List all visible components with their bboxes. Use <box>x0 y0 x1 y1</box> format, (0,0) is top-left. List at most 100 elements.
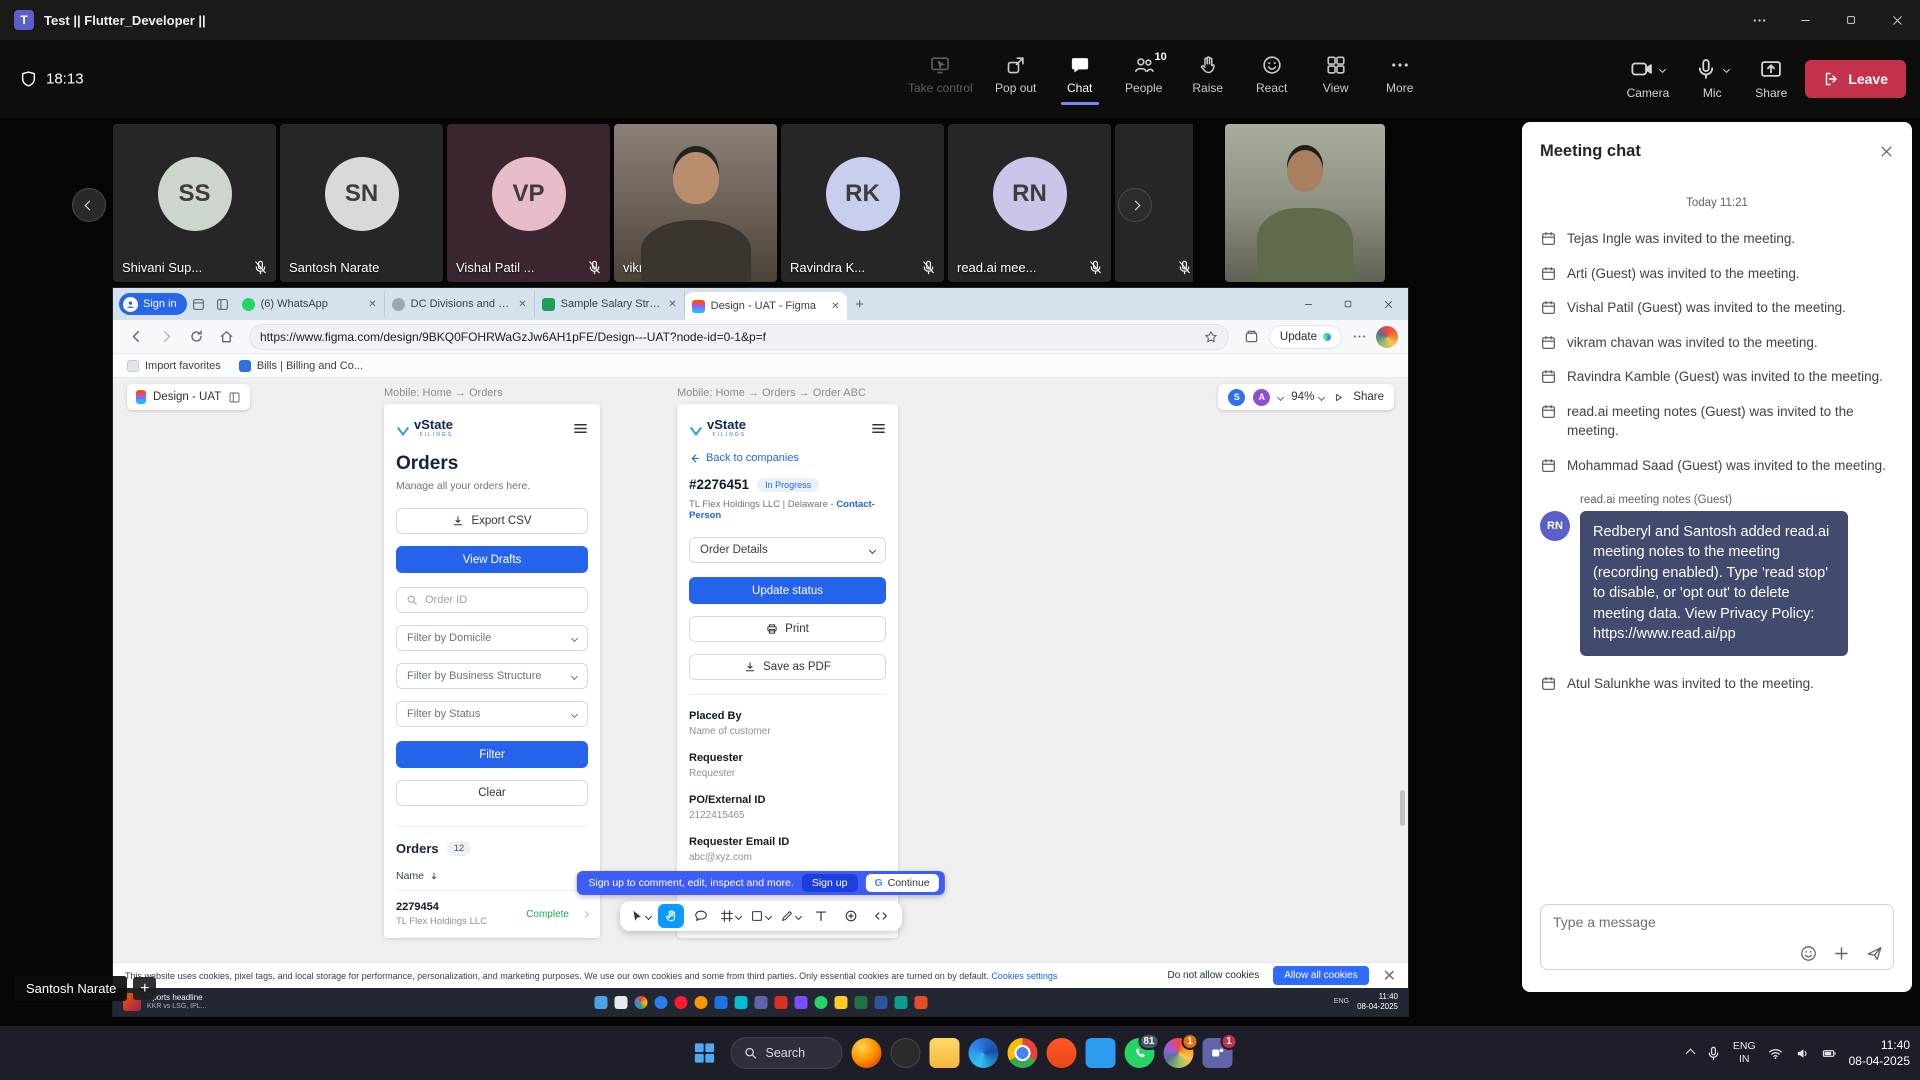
tray-mic-icon[interactable] <box>1706 1046 1721 1061</box>
leave-button[interactable]: Leave <box>1805 60 1906 98</box>
battery-icon[interactable] <box>1822 1046 1837 1061</box>
pop-out-button[interactable]: Pop out <box>985 47 1047 105</box>
collaborator-avatar[interactable]: S <box>1228 389 1245 406</box>
favorites-bookmark[interactable]: Bills | Billing and Co... <box>239 360 363 372</box>
tab-close-icon[interactable]: ✕ <box>831 301 839 312</box>
favorites-import[interactable]: Import favorites <box>127 360 221 372</box>
collections-icon[interactable] <box>1239 324 1265 350</box>
people-button[interactable]: 10 People <box>1113 47 1175 105</box>
view-button[interactable]: View <box>1305 47 1367 105</box>
print-button[interactable]: Print <box>689 616 886 642</box>
present-play-icon[interactable] <box>1332 391 1345 404</box>
name-column-header[interactable]: Name <box>396 870 588 891</box>
browser-tab[interactable]: Sample Salary Structure with cal... ✕ <box>535 291 685 317</box>
teams-icon[interactable] <box>754 996 767 1009</box>
export-csv-button[interactable]: Export CSV <box>396 508 588 534</box>
cookie-settings-link[interactable]: Cookies settings <box>991 971 1057 981</box>
camera-chevron-icon[interactable] <box>1659 65 1666 72</box>
app-icon-dark[interactable] <box>891 1038 921 1068</box>
cookie-close-icon[interactable]: ✕ <box>1383 966 1396 986</box>
whatsapp-icon[interactable]: 81 <box>1125 1038 1155 1068</box>
raise-hand-button[interactable]: Raise <box>1177 47 1239 105</box>
word-icon[interactable] <box>874 996 887 1009</box>
chrome-icon[interactable] <box>1008 1038 1038 1068</box>
titlebar-more-icon[interactable] <box>1736 0 1782 40</box>
browser-close-button[interactable] <box>1368 288 1408 320</box>
design-frame-order-detail[interactable]: vState FILINGS Back to companies #227645 <box>677 404 898 938</box>
back-icon[interactable] <box>123 324 149 350</box>
emoji-icon[interactable] <box>1800 945 1817 962</box>
app-icon[interactable] <box>894 996 907 1009</box>
shared-language-indicator[interactable]: ENG <box>1334 998 1349 1006</box>
strip-scroll-left-button[interactable] <box>72 188 106 222</box>
actions-tool[interactable] <box>838 904 864 928</box>
outlook-icon[interactable] <box>714 996 727 1009</box>
taskbar-search[interactable]: Search <box>731 1037 843 1069</box>
google-continue-button[interactable]: G Continue <box>865 874 938 892</box>
wifi-icon[interactable] <box>1768 1046 1783 1061</box>
browser-tab[interactable]: DC Divisions and Surroundings ✕ <box>385 291 535 317</box>
browser-minimize-button[interactable] <box>1288 288 1328 320</box>
close-button[interactable] <box>1874 0 1920 40</box>
vscode-icon[interactable] <box>1086 1038 1116 1068</box>
text-tool[interactable] <box>808 904 834 928</box>
sender-avatar[interactable]: RN <box>1540 511 1570 541</box>
excel-icon[interactable] <box>854 996 867 1009</box>
participant-tile[interactable]: SS Shivani Sup... <box>113 124 276 282</box>
camera-button[interactable]: Camera <box>1619 52 1678 106</box>
teams-icon[interactable]: 1 <box>1203 1038 1233 1068</box>
home-icon[interactable] <box>213 324 239 350</box>
canvas-scrollbar[interactable] <box>1400 790 1405 826</box>
chat-button[interactable]: Chat <box>1049 47 1111 105</box>
zoom-control[interactable]: 94% <box>1291 391 1324 403</box>
favorite-star-icon[interactable] <box>1204 330 1218 344</box>
whatsapp-icon[interactable] <box>814 996 827 1009</box>
filter-domicile-select[interactable]: Filter by Domicile <box>396 625 588 651</box>
frame-label[interactable]: Mobile: Home → Orders → Order ABC <box>677 387 866 399</box>
participant-tile-video[interactable]: vikram chavan <box>614 124 777 282</box>
taskbar-clock[interactable]: 11:40 08-04-2025 <box>1849 1037 1910 1069</box>
chrome-icon[interactable] <box>634 996 647 1009</box>
collaborators-chevron-icon[interactable] <box>1277 393 1284 400</box>
save-as-pdf-button[interactable]: Save as PDF <box>689 654 886 680</box>
message-bubble[interactable]: Redberyl and Santosh added read.ai meeti… <box>1580 511 1848 656</box>
maximize-button[interactable] <box>1828 0 1874 40</box>
participant-tile[interactable]: RK Ravindra K... <box>781 124 944 282</box>
tab-close-icon[interactable]: ✕ <box>518 299 526 310</box>
language-indicator[interactable]: ENG IN <box>1733 1040 1756 1066</box>
back-to-companies-link[interactable]: Back to companies <box>689 452 886 464</box>
frame-label[interactable]: Mobile: Home → Orders <box>384 387 503 399</box>
browser-maximize-button[interactable] <box>1328 288 1368 320</box>
tab-close-icon[interactable]: ✕ <box>368 299 376 310</box>
hamburger-menu-icon[interactable] <box>573 421 588 436</box>
order-row[interactable]: 2279454 TL Flex Holdings LLC Complete <box>396 891 588 938</box>
app-icon[interactable] <box>614 996 627 1009</box>
forward-icon[interactable] <box>153 324 179 350</box>
figma-share-button[interactable]: Share <box>1353 391 1384 403</box>
chat-close-icon[interactable] <box>1879 144 1894 159</box>
share-button[interactable]: Share <box>1747 52 1795 106</box>
acrobat-icon[interactable] <box>914 996 927 1009</box>
vertical-tabs-icon[interactable] <box>211 292 235 316</box>
opera-icon[interactable] <box>674 996 687 1009</box>
hand-tool-active[interactable] <box>658 904 684 928</box>
order-details-select[interactable]: Order Details <box>689 537 886 563</box>
deny-cookies-button[interactable]: Do not allow cookies <box>1168 970 1260 981</box>
shared-clock[interactable]: 11:40 08-04-2025 <box>1357 992 1398 1013</box>
figma-file-chip[interactable]: Design - UAT <box>127 384 250 410</box>
chat-message-input[interactable] <box>1553 914 1815 930</box>
app-icon[interactable] <box>774 996 787 1009</box>
mic-chevron-icon[interactable] <box>1723 65 1730 72</box>
minimize-button[interactable] <box>1782 0 1828 40</box>
brave-icon[interactable] <box>1047 1038 1077 1068</box>
move-tool[interactable] <box>628 904 654 928</box>
shape-tool[interactable] <box>748 904 774 928</box>
tray-expand-icon[interactable] <box>1685 1048 1695 1058</box>
browser-signin-chip[interactable]: Sign in <box>119 293 187 315</box>
browser-ball-icon[interactable]: 1 <box>1164 1038 1194 1068</box>
new-tab-button[interactable]: + <box>847 291 873 317</box>
browser-profile-avatar[interactable] <box>1376 326 1398 348</box>
participant-tile[interactable]: SN Santosh Narate <box>280 124 443 282</box>
pen-tool[interactable] <box>778 904 804 928</box>
filter-button[interactable]: Filter <box>396 741 588 768</box>
